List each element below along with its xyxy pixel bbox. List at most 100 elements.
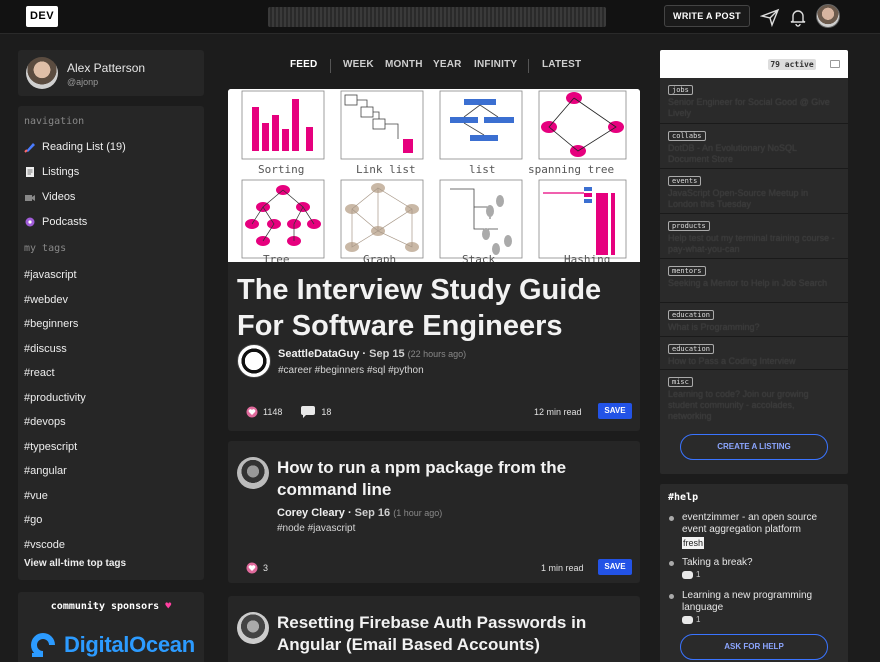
tab-infinity[interactable]: INFINITY	[474, 59, 517, 70]
listing-category[interactable]: misc	[668, 377, 693, 387]
reaction-count: 1148	[263, 407, 283, 417]
ask-for-help-button[interactable]: ASK FOR HELP	[680, 634, 828, 660]
featured-article-card[interactable]: Sorting Link list list spanning tree Tre…	[228, 89, 640, 431]
listing-title[interactable]: Seeking a Mentor to Help in Job Search	[668, 278, 840, 289]
sidebar-item-listings[interactable]: Listings	[24, 166, 79, 178]
view-all-tags-link[interactable]: View all-time top tags	[24, 558, 126, 569]
reactions-bar: 3	[246, 562, 268, 574]
post-title[interactable]: How to run a npm package from the comman…	[277, 457, 632, 501]
author-avatar[interactable]	[237, 457, 269, 489]
listing-title[interactable]: What is Programming?	[668, 322, 840, 333]
tab-latest[interactable]: LATEST	[542, 59, 581, 70]
save-button[interactable]: SAVE	[598, 559, 632, 575]
sidebar-tag[interactable]: #webdev	[24, 294, 68, 306]
save-button[interactable]: SAVE	[598, 403, 632, 419]
author-avatar[interactable]	[237, 344, 271, 378]
profile-card[interactable]: Alex Patterson @ajonp	[18, 50, 204, 96]
listing-category[interactable]: education	[668, 310, 714, 320]
listing-title[interactable]: Learning to code? Join our growing stude…	[668, 389, 840, 422]
listing-row[interactable]: collabs DotDB - An Evolutionary NoSQL Do…	[660, 124, 848, 169]
user-avatar[interactable]	[816, 4, 840, 28]
sidebar-tag[interactable]: #vue	[24, 490, 48, 502]
listing-title[interactable]: Senior Engineer for Social Good @ Give L…	[668, 97, 840, 119]
create-listing-button[interactable]: CREATE A LISTING	[680, 434, 828, 460]
sidebar-tag[interactable]: #go	[24, 514, 42, 526]
dev-logo[interactable]: DEV	[26, 6, 58, 27]
sidebar-tag[interactable]: #beginners	[24, 318, 78, 330]
help-item[interactable]: Learning a new programming language	[682, 590, 840, 614]
sidebar-tag[interactable]: #productivity	[24, 392, 86, 404]
post-tags[interactable]: #node #javascript	[277, 523, 355, 534]
sidebar-tag[interactable]: #vscode	[24, 539, 65, 551]
post-title[interactable]: Resetting Firebase Auth Passwords in Ang…	[277, 612, 632, 656]
heart-icon[interactable]	[246, 406, 258, 418]
navigation-heading: navigation	[24, 116, 85, 127]
listing-category[interactable]: products	[668, 221, 710, 231]
listing-category[interactable]: collabs	[668, 131, 706, 141]
post-tags[interactable]: #career #beginners #sql #python	[278, 365, 424, 376]
author-name[interactable]: Corey Cleary	[277, 507, 345, 519]
post-date: Sep 15	[369, 348, 405, 360]
listings-icon	[26, 167, 34, 177]
sidebar-item-reading-list[interactable]: Reading List (19)	[24, 141, 126, 153]
help-item-title[interactable]: eventzimmer - an open source event aggre…	[682, 512, 817, 535]
tab-week[interactable]: WEEK	[343, 59, 374, 70]
write-post-button[interactable]: WRITE A POST	[664, 5, 750, 27]
cover-label: Hashing	[564, 253, 610, 262]
featured-title[interactable]: The Interview Study Guide For Software E…	[237, 272, 631, 344]
expand-icon[interactable]	[830, 60, 840, 68]
sidebar-tag[interactable]: #angular	[24, 465, 67, 477]
read-time: 1 min read	[541, 563, 584, 573]
listing-row[interactable]: events JavaScript Open-Source Meetup in …	[660, 169, 848, 214]
post-ago: (22 hours ago)	[407, 349, 467, 359]
cover-image[interactable]: Sorting Link list list spanning tree Tre…	[228, 89, 640, 262]
listing-row[interactable]: mentors Seeking a Mentor to Help in Job …	[660, 259, 848, 303]
listing-category[interactable]: jobs	[668, 85, 693, 95]
tab-feed[interactable]: FEED	[290, 59, 317, 70]
profile-handle: @ajonp	[67, 77, 99, 87]
cover-label: Stack	[462, 253, 495, 262]
listing-title[interactable]: Help test out my terminal training cours…	[668, 233, 840, 255]
camera-icon	[25, 195, 35, 201]
article-card[interactable]: Resetting Firebase Auth Passwords in Ang…	[228, 596, 640, 662]
sidebar-tag[interactable]: #react	[24, 367, 55, 379]
listing-title[interactable]: JavaScript Open-Source Meetup in London …	[668, 188, 840, 210]
sidebar-item-videos[interactable]: Videos	[24, 191, 75, 203]
listing-row[interactable]: jobs Senior Engineer for Social Good @ G…	[660, 78, 848, 124]
digitalocean-logo[interactable]: DigitalOcean	[28, 630, 195, 660]
listing-category[interactable]: education	[668, 344, 714, 354]
help-item[interactable]: eventzimmer - an open source event aggre…	[682, 512, 840, 550]
comment-icon[interactable]	[300, 406, 316, 418]
listing-title[interactable]: How to Pass a Coding Interview	[668, 356, 840, 367]
listing-title[interactable]: DotDB - An Evolutionary NoSQL Document S…	[668, 143, 840, 165]
author-name[interactable]: SeattleDataGuy	[278, 348, 359, 360]
help-item[interactable]: Taking a break?	[682, 557, 840, 569]
tab-year[interactable]: YEAR	[433, 59, 462, 70]
bell-icon[interactable]	[788, 7, 808, 27]
send-icon[interactable]	[760, 7, 780, 27]
help-widget: #help eventzimmer - an open source event…	[660, 484, 848, 662]
comment-count: 1	[696, 570, 701, 579]
listing-row[interactable]: misc Learning to code? Join our growing …	[660, 370, 848, 422]
tab-month[interactable]: MONTH	[385, 59, 423, 70]
heart-icon: ♥	[165, 601, 172, 612]
help-heading[interactable]: #help	[668, 492, 698, 503]
sidebar-tag[interactable]: #typescript	[24, 441, 77, 453]
article-card[interactable]: How to run a npm package from the comman…	[228, 441, 640, 583]
comment-icon	[682, 615, 693, 624]
author-avatar[interactable]	[237, 612, 269, 644]
search-input[interactable]	[268, 7, 606, 27]
comment-icon	[682, 570, 693, 579]
sidebar-item-podcasts[interactable]: Podcasts	[24, 216, 87, 228]
listing-row[interactable]: products Help test out my terminal train…	[660, 214, 848, 259]
post-ago: (1 hour ago)	[393, 508, 443, 518]
sidebar-tag[interactable]: #discuss	[24, 343, 67, 355]
listing-row[interactable]: education What is Programming?	[660, 303, 848, 337]
sidebar-tag[interactable]: #javascript	[24, 269, 77, 281]
reactions-bar: 1148 18	[246, 406, 331, 418]
sidebar-tag[interactable]: #devops	[24, 416, 66, 428]
listing-category[interactable]: events	[668, 176, 702, 186]
listing-row[interactable]: education How to Pass a Coding Interview	[660, 337, 848, 370]
listing-category[interactable]: mentors	[668, 266, 706, 276]
heart-icon[interactable]	[246, 562, 258, 574]
